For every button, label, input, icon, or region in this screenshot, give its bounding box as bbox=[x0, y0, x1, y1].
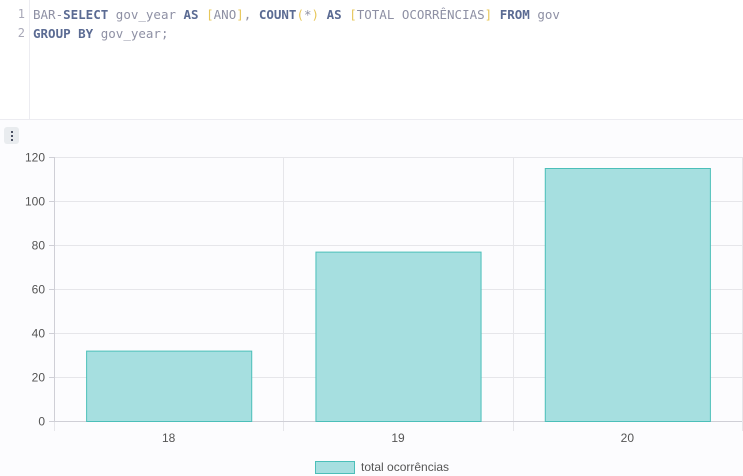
y-tick-label: 40 bbox=[32, 327, 46, 341]
y-tick-label: 0 bbox=[38, 415, 45, 429]
bar bbox=[86, 350, 253, 423]
bar bbox=[544, 168, 711, 422]
legend-swatch bbox=[315, 461, 355, 474]
y-tick-label: 100 bbox=[25, 195, 45, 209]
bar bbox=[315, 251, 482, 422]
x-tick-label: 20 bbox=[621, 431, 635, 445]
y-tick-label: 20 bbox=[32, 371, 46, 385]
y-tick-label: 80 bbox=[32, 239, 46, 253]
y-tick-label: 120 bbox=[25, 151, 45, 165]
x-tick-label: 19 bbox=[391, 431, 405, 445]
y-tick-label: 60 bbox=[32, 283, 46, 297]
legend-label: total ocorrências bbox=[361, 460, 449, 474]
bar-chart: 0 20 40 60 80 100 120 18 19 20 total ocorrências bbox=[25, 151, 743, 474]
x-tick-label: 18 bbox=[162, 431, 176, 445]
